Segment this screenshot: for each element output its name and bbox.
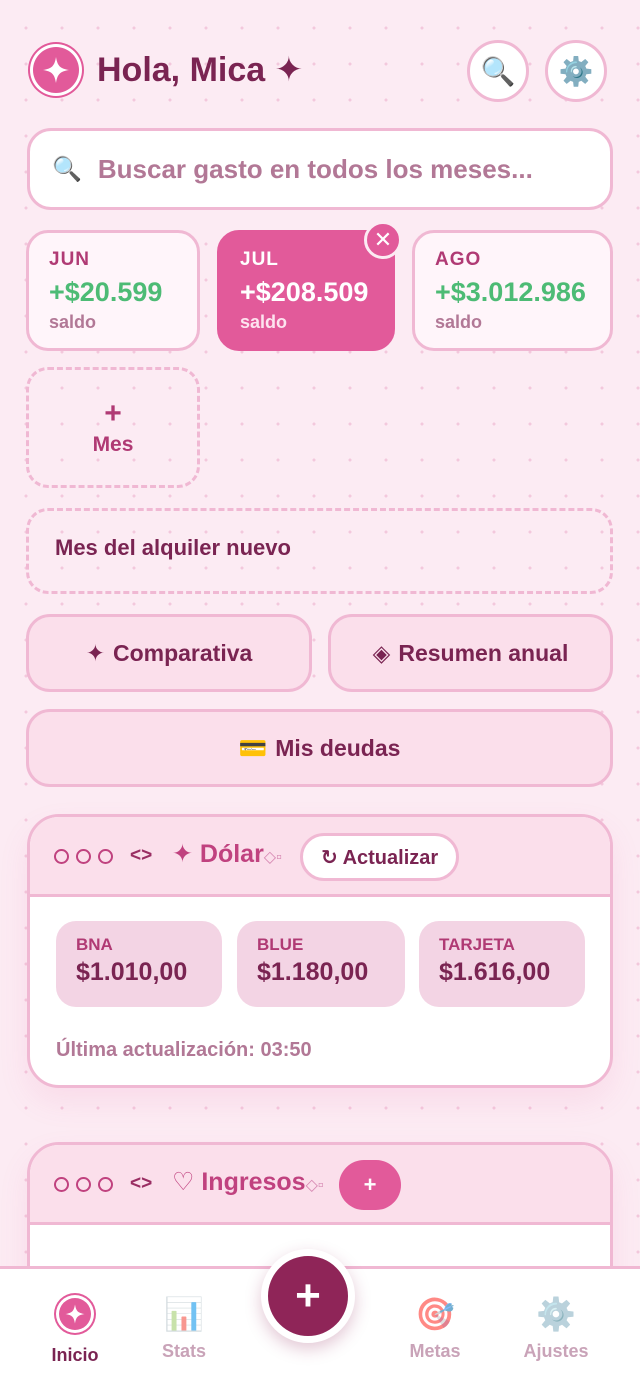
decoration-icon: ◇▫ xyxy=(263,849,282,866)
diamond-icon: ◈ xyxy=(372,639,391,666)
nav-label: Ajustes xyxy=(523,1341,589,1361)
month-balance-label: saldo xyxy=(49,312,97,332)
rate-value: $1.616,00 xyxy=(439,958,551,986)
rate-value: $1.010,00 xyxy=(76,958,188,986)
decoration-icon: ◇▫ xyxy=(305,1177,324,1194)
nav-item-inicio[interactable]: Inicio xyxy=(20,1295,130,1366)
rate-box-tarjeta: TARJETA $1.616,00 xyxy=(419,921,585,1007)
rate-label: BLUE xyxy=(257,935,304,954)
bar-chart-icon: 📊 xyxy=(164,1296,204,1332)
add-expense-fab[interactable]: + xyxy=(261,1249,355,1343)
ingresos-card-title: ♡ Ingresos◇▫ xyxy=(172,1167,324,1197)
mis-deudas-button[interactable]: 💳 Mis deudas xyxy=(26,709,613,787)
app-root: Hola, Mica ✦ 🔍 ⚙️ 🔍 JUN +$20.599 saldo J… xyxy=(0,0,640,1385)
search-bar: 🔍 xyxy=(27,128,613,210)
month-note[interactable]: Mes del alquiler nuevo xyxy=(26,508,613,594)
window-dots xyxy=(54,1177,113,1192)
comparativa-label: Comparativa xyxy=(112,639,253,666)
window-dot-icon xyxy=(98,1177,113,1192)
resumen-anual-label: Resumen anual xyxy=(398,639,569,666)
code-icon: <> xyxy=(130,1173,153,1194)
search-icon: 🔍 xyxy=(480,55,516,87)
search-button[interactable]: 🔍 xyxy=(467,40,529,102)
month-balance: +$20.599 xyxy=(49,277,163,307)
greeting-title: Hola, Mica ✦ xyxy=(97,51,304,89)
gear-icon: ⚙️ xyxy=(558,55,594,87)
add-month-button[interactable]: + Mes xyxy=(26,367,200,488)
window-dot-icon xyxy=(76,1177,91,1192)
close-icon: ✕ xyxy=(373,227,393,252)
nav-item-stats[interactable]: 📊 Stats xyxy=(129,1295,239,1362)
settings-button[interactable]: ⚙️ xyxy=(545,40,607,102)
sparkle-logo-icon xyxy=(30,44,82,96)
code-icon: <> xyxy=(130,845,153,866)
refresh-button[interactable]: ↻ Actualizar xyxy=(300,833,460,881)
month-name: JUN xyxy=(49,249,91,270)
month-balance-label: saldo xyxy=(435,312,483,332)
target-icon: 🎯 xyxy=(415,1296,455,1332)
month-balance: +$3.012.986 xyxy=(435,277,586,307)
gear-icon: ⚙️ xyxy=(536,1296,576,1332)
ingresos-title-text: ♡ Ingresos xyxy=(172,1168,306,1196)
window-dot-icon xyxy=(54,1177,69,1192)
window-dot-icon xyxy=(54,849,69,864)
comparativa-button[interactable]: ✦ Comparativa xyxy=(26,614,312,692)
header: Hola, Mica ✦ 🔍 ⚙️ xyxy=(30,40,610,102)
add-month-label: Mes xyxy=(92,432,134,456)
dolar-card-header: <> ✦ Dólar◇▫ ↻ Actualizar xyxy=(30,817,610,897)
credit-card-icon: 💳 xyxy=(238,734,268,761)
month-balance-label: saldo xyxy=(240,312,288,332)
month-name: AGO xyxy=(435,249,482,270)
rate-box-blue: BLUE $1.180,00 xyxy=(237,921,405,1007)
add-ingreso-button[interactable]: + xyxy=(339,1160,401,1210)
sparkle-icon: ✦ xyxy=(85,639,105,666)
window-dot-icon xyxy=(98,849,113,864)
month-card-jun[interactable]: JUN +$20.599 saldo xyxy=(26,230,200,351)
month-card-ago[interactable]: AGO +$3.012.986 saldo xyxy=(412,230,613,351)
window-dots xyxy=(54,849,113,864)
rate-label: BNA xyxy=(76,935,113,954)
month-card-jul[interactable]: JUL +$208.509 saldo ✕ xyxy=(217,221,402,351)
nav-label: Metas xyxy=(409,1341,461,1361)
close-month-button[interactable]: ✕ xyxy=(364,221,402,259)
mis-deudas-label: Mis deudas xyxy=(275,734,401,761)
nav-item-ajustes[interactable]: ⚙️ Ajustes xyxy=(501,1295,611,1362)
nav-label: Inicio xyxy=(51,1345,99,1365)
nav-item-metas[interactable]: 🎯 Metas xyxy=(380,1295,490,1362)
nav-label: Stats xyxy=(161,1341,206,1361)
month-balance: +$208.509 xyxy=(240,277,369,307)
rate-box-bna: BNA $1.010,00 xyxy=(56,921,222,1007)
rate-value: $1.180,00 xyxy=(257,958,369,986)
ingresos-card-header: <> ♡ Ingresos◇▫ + xyxy=(30,1145,610,1225)
rate-label: TARJETA xyxy=(439,935,515,954)
last-updated: Última actualización: 03:50 xyxy=(56,1039,312,1061)
resumen-anual-button[interactable]: ◈ Resumen anual xyxy=(328,614,613,692)
sparkle-home-icon xyxy=(56,1295,94,1333)
search-icon: 🔍 xyxy=(52,155,82,183)
dolar-card: <> ✦ Dólar◇▫ ↻ Actualizar BNA $1.010,00 … xyxy=(27,814,613,1088)
nav-icon-wrap xyxy=(20,1295,130,1333)
window-dot-icon xyxy=(76,849,91,864)
dolar-card-title: ✦ Dólar◇▫ xyxy=(172,839,282,869)
plus-icon: + xyxy=(104,396,122,430)
dolar-title-text: ✦ Dólar xyxy=(172,840,264,868)
search-input[interactable] xyxy=(97,153,578,185)
